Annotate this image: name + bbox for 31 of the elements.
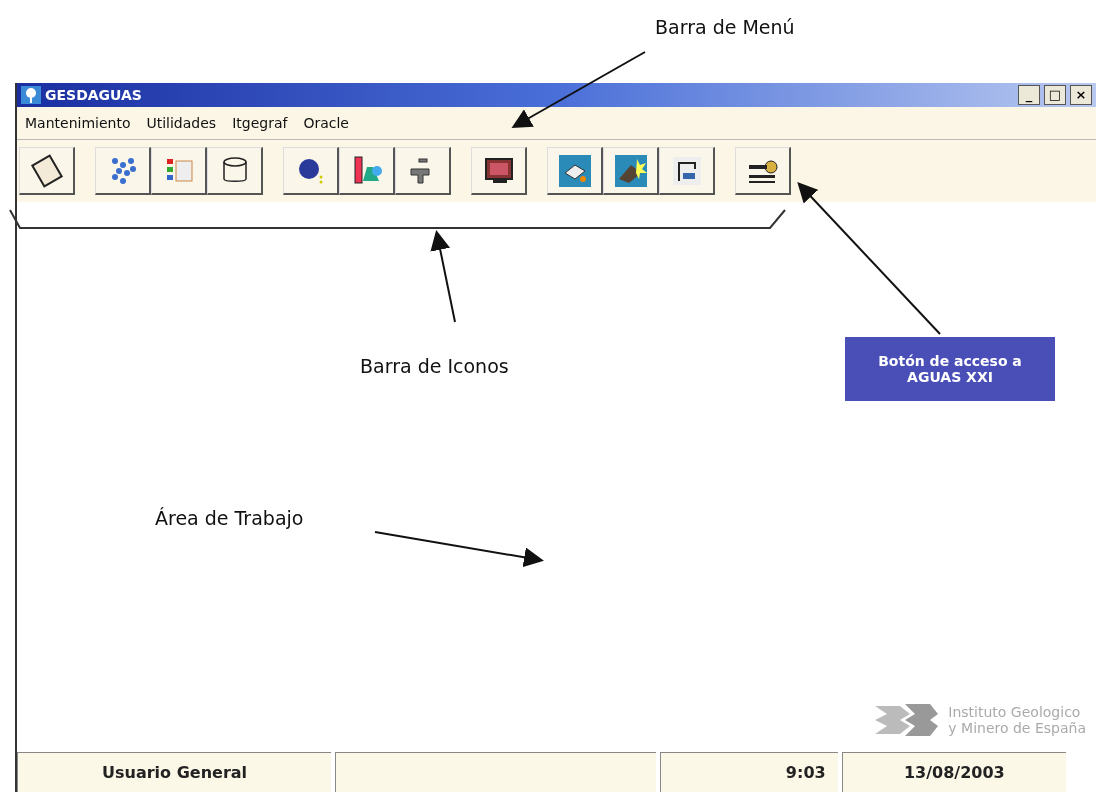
minimize-button[interactable]: _: [1018, 85, 1040, 105]
toolbar-button[interactable]: [95, 147, 151, 195]
logo-text: Instituto Geologico: [948, 704, 1082, 720]
status-panel: 13/08/2003: [841, 752, 1066, 792]
tree-icon: [21, 86, 41, 104]
menu-item[interactable]: Oracle: [303, 115, 349, 131]
toolbar-button[interactable]: [151, 147, 207, 195]
toolbar-button[interactable]: [471, 147, 527, 195]
toolbar-button[interactable]: [547, 147, 603, 195]
menu-item[interactable]: Utilidades: [146, 115, 217, 131]
toolbar-button[interactable]: [19, 147, 75, 195]
callout-label: Botón de acceso a AGUAS XXI: [845, 337, 1055, 401]
annotation-label: Barra de Iconos: [360, 355, 509, 377]
maximize-button[interactable]: □: [1044, 85, 1066, 105]
spark-icon: [612, 152, 649, 189]
window-title: GESDAGUAS: [45, 87, 143, 103]
logo-text: y Minero de España: [948, 720, 1086, 736]
toolbar-button[interactable]: [603, 147, 659, 195]
toolbar-button[interactable]: [395, 147, 451, 195]
toolbar-button[interactable]: [735, 147, 791, 195]
toolbar-button[interactable]: [339, 147, 395, 195]
toolbar-button[interactable]: [659, 147, 715, 195]
toolbar-button[interactable]: [283, 147, 339, 195]
close-button[interactable]: ×: [1070, 85, 1092, 105]
status-panel: Usuario General: [17, 752, 332, 792]
status-panel: 9:03: [660, 752, 838, 792]
toolbar-button[interactable]: [207, 147, 263, 195]
menu-item[interactable]: Itgegraf: [232, 115, 288, 131]
annotation-label: Área de Trabajo: [155, 507, 304, 529]
menu-item[interactable]: Mantenimiento: [25, 115, 131, 131]
annotation-label: Barra de Menú: [655, 16, 795, 38]
